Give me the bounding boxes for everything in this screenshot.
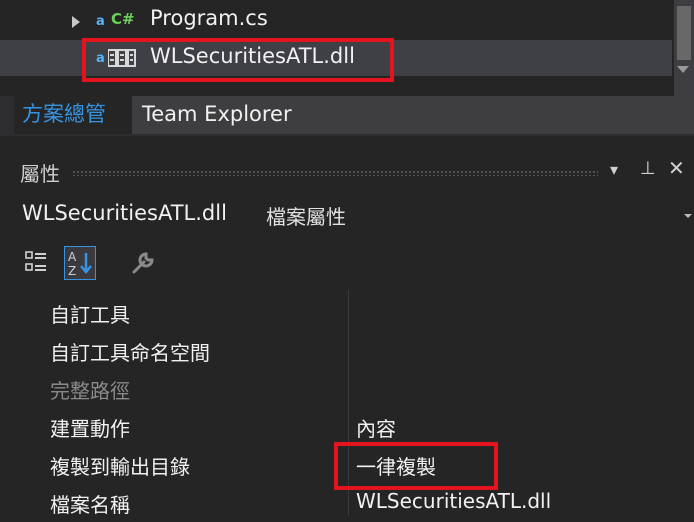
tab-team-explorer[interactable]: Team Explorer [132, 96, 694, 134]
property-row[interactable]: 完整路徑 [38, 370, 694, 408]
vertical-scrollbar[interactable] [674, 0, 694, 96]
svg-text:Z: Z [68, 264, 76, 278]
solution-explorer-tree: a C# Program.cs a WLSecuritiesATL.dll [0, 0, 694, 96]
lock-icon: a [96, 14, 105, 29]
csharp-file-icon: C# [111, 10, 135, 28]
highlight-box [334, 442, 498, 490]
close-icon[interactable]: ✕ [668, 156, 685, 180]
tree-item-label: Program.cs [150, 6, 268, 30]
property-name: 自訂工具 [50, 303, 130, 327]
expand-arrow-icon[interactable] [72, 16, 80, 28]
property-row[interactable]: 自訂工具 [38, 294, 694, 332]
sort-alphabetical-icon: A Z [68, 250, 92, 278]
chevron-down-icon[interactable] [684, 214, 692, 218]
alphabetical-button[interactable]: A Z [64, 246, 96, 280]
property-pages-button[interactable] [128, 246, 160, 280]
dropdown-menu-icon[interactable]: ▾ [610, 160, 618, 179]
object-name: WLSecuritiesATL.dll [22, 201, 227, 225]
tab-solution-explorer[interactable]: 方案總管 [14, 96, 134, 134]
property-name: 複製到輸出目錄 [50, 455, 190, 479]
scroll-down-arrow-icon[interactable] [677, 66, 689, 73]
categorized-icon [25, 251, 46, 271]
property-grid: 自訂工具 自訂工具命名空間 完整路徑 建置動作 內容 複製到輸出目錄 一律複製 … [0, 290, 694, 517]
property-row[interactable]: 自訂工具命名空間 [38, 332, 694, 370]
categorized-button[interactable] [22, 246, 54, 280]
properties-title: 屬性 [20, 162, 60, 186]
wrench-icon [132, 252, 154, 274]
explorer-tabs: 方案總管 Team Explorer [0, 96, 694, 136]
object-selector[interactable]: WLSecuritiesATL.dll 檔案屬性 [0, 196, 694, 236]
property-name: 完整路徑 [50, 379, 130, 403]
svg-text:A: A [68, 250, 77, 264]
property-name: 建置動作 [50, 417, 130, 441]
pin-icon[interactable]: ⊥ [640, 158, 656, 179]
properties-header: 屬性 ▾ ⊥ ✕ [0, 150, 694, 190]
property-name: 檔案名稱 [50, 493, 130, 517]
highlight-box [82, 38, 394, 82]
property-value[interactable]: WLSecuritiesATL.dll [356, 489, 551, 513]
properties-toolbar: A Z [0, 240, 694, 290]
property-value[interactable]: 內容 [356, 413, 396, 442]
object-kind: 檔案屬性 [266, 205, 346, 229]
header-grip [72, 170, 598, 176]
property-row[interactable]: 建置動作 內容 [38, 408, 694, 446]
scrollbar-thumb[interactable] [677, 6, 691, 60]
tree-item-program-cs[interactable]: a C# Program.cs [0, 4, 672, 40]
property-name: 自訂工具命名空間 [50, 341, 210, 365]
